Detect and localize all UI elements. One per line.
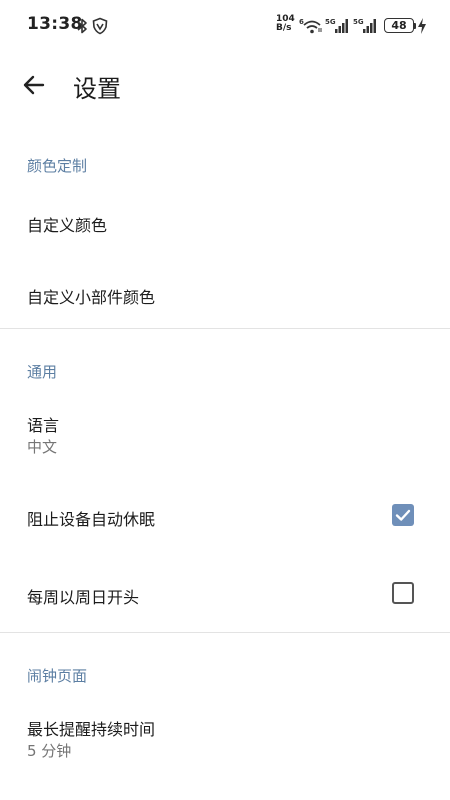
back-arrow-icon [23,75,45,95]
network-speed: 104 B/s [276,15,295,33]
week-start-sunday-item[interactable]: 每周以周日开头 [0,558,450,630]
vpn-shield-icon [92,17,108,35]
wifi-icon: 6 [299,18,322,34]
check-icon [395,509,411,521]
battery-tip [414,23,416,29]
page-title: 设置 [73,75,121,103]
week-start-sunday-checkbox[interactable] [392,582,414,604]
divider [0,328,450,329]
section-header-general: 通用 [27,363,58,381]
status-time: 13:38 [27,14,83,34]
charging-bolt-icon [418,18,426,34]
section-header-color: 颜色定制 [27,157,88,175]
section-header-alarm: 闹钟页面 [27,667,88,685]
language-item[interactable]: 语言 中文 [0,396,450,476]
divider [0,632,450,633]
network-speed-unit: B/s [276,23,292,33]
signal-5g-icon: 5G [325,18,348,33]
signal-5g-icon: 5G [353,18,376,33]
prevent-sleep-label: 阻止设备自动休眠 [27,510,156,529]
custom-color-label: 自定义颜色 [27,216,108,235]
toolbar: 设置 [0,52,450,118]
svg-text:5G: 5G [325,18,336,26]
prevent-sleep-item[interactable]: 阻止设备自动休眠 [0,480,450,552]
max-alarm-duration-item[interactable]: 最长提醒持续时间 5 分钟 [0,700,450,780]
bluetooth-icon [77,18,87,34]
battery-indicator: 48 [384,18,414,33]
max-alarm-duration-label: 最长提醒持续时间 [27,720,156,739]
battery-level: 48 [391,19,407,32]
language-label: 语言 [27,416,60,435]
custom-color-item[interactable]: 自定义颜色 [0,188,450,256]
svg-text:5G: 5G [353,18,364,26]
prevent-sleep-checkbox[interactable] [392,504,414,526]
custom-widget-color-item[interactable]: 自定义小部件颜色 [0,258,450,326]
status-bar: 13:38 104 B/s 6 5G 5G 48 [0,0,450,52]
custom-widget-color-label: 自定义小部件颜色 [27,288,156,307]
language-value: 中文 [27,438,58,456]
max-alarm-duration-value: 5 分钟 [27,742,72,760]
svg-text:6: 6 [299,18,304,26]
week-start-sunday-label: 每周以周日开头 [27,588,140,607]
back-button[interactable] [14,66,54,104]
